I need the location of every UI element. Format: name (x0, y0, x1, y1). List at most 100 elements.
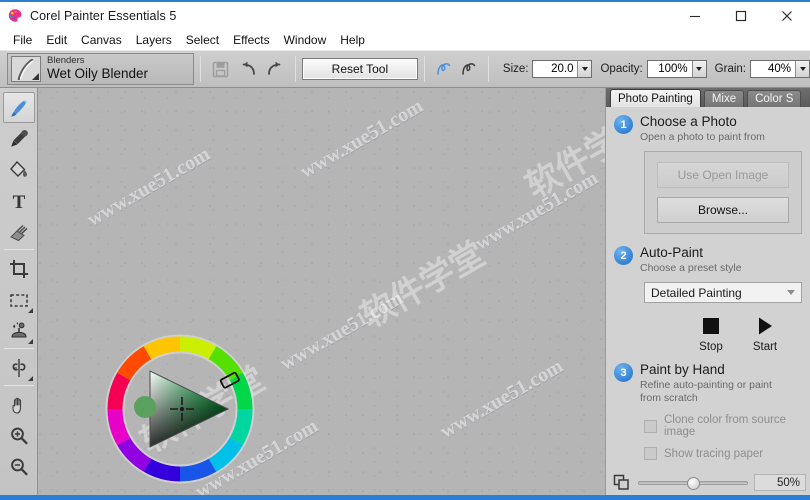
menu-item-effects[interactable]: Effects (226, 31, 276, 49)
menu-item-window[interactable]: Window (277, 31, 334, 49)
tracing-paper-row[interactable]: Show tracing paper (644, 447, 802, 460)
step-3-subtitle: Refine auto-painting or paint from scrat… (640, 379, 772, 404)
minimize-button[interactable] (672, 1, 718, 31)
reset-tool-button[interactable]: Reset Tool (301, 58, 419, 80)
step-2-title: Auto-Paint (640, 245, 704, 260)
stop-label: Stop (699, 341, 723, 353)
step-1-title: Choose a Photo (640, 114, 737, 129)
panel-tabstrip: Photo Painting Mixe Color S (606, 88, 810, 107)
close-button[interactable] (764, 1, 810, 31)
eraser-icon (9, 224, 28, 241)
tab-photo-painting[interactable]: Photo Painting (610, 89, 701, 107)
brush-name: Wet Oily Blender (47, 66, 149, 82)
tab-mixer[interactable]: Mixe (703, 90, 745, 107)
straight-stroke-icon[interactable] (457, 56, 482, 82)
mirror-flyout-arrow[interactable] (27, 376, 33, 381)
tool-divider-3 (3, 385, 34, 386)
property-toolbar: Blenders Wet Oily Blender Reset Tool Siz… (0, 50, 810, 88)
size-value[interactable]: 20.0 (533, 61, 578, 77)
undo-icon (242, 61, 255, 75)
redo-button[interactable] (261, 55, 288, 83)
magic-wand-tool[interactable] (3, 315, 35, 346)
opacity-slider-knob[interactable] (687, 476, 700, 490)
play-triangle-icon (755, 313, 775, 339)
panel-body: 1 Choose a Photo Open a photo to paint f… (606, 107, 810, 495)
crop-tool[interactable] (3, 253, 35, 284)
canvas[interactable]: www.xue51.com www.xue51.com www.xue51.co… (38, 88, 605, 495)
dropper-tool[interactable] (3, 123, 35, 154)
grain-dropdown-arrow[interactable] (795, 61, 809, 77)
menu-item-layers[interactable]: Layers (129, 31, 179, 49)
opacity-stepper[interactable]: 100% (646, 60, 707, 78)
maximize-button[interactable] (718, 1, 764, 31)
color-wheel[interactable] (100, 329, 260, 489)
undo-button[interactable] (234, 55, 261, 83)
brush-stroke-icon (11, 56, 41, 82)
menu-item-help[interactable]: Help (333, 31, 372, 49)
zoom-in-tool[interactable] (3, 420, 35, 451)
opacity-dropdown-arrow[interactable] (691, 61, 706, 77)
hand-tool[interactable] (3, 389, 35, 420)
stop-button[interactable]: Stop (684, 313, 738, 353)
clone-color-label: Clone color from source image (664, 414, 787, 438)
menu-bar: File Edit Canvas Layers Select Effects W… (0, 30, 810, 50)
mirror-tool[interactable] (3, 352, 35, 383)
window-title: Corel Painter Essentials 5 (30, 9, 177, 23)
eraser-tool[interactable] (3, 216, 35, 247)
title-bar: Corel Painter Essentials 5 (0, 0, 810, 30)
menu-item-canvas[interactable]: Canvas (74, 31, 129, 49)
grain-stepper[interactable]: 40% (750, 60, 810, 78)
start-button[interactable]: Start (738, 313, 792, 353)
auto-paint-transport: Stop Start (614, 313, 802, 353)
window-controls (672, 1, 810, 31)
preset-style-select[interactable]: Detailed Painting (644, 282, 802, 303)
size-dropdown-arrow[interactable] (577, 61, 592, 77)
step-2-subtitle: Choose a preset style (640, 262, 742, 274)
clone-color-row[interactable]: Clone color from source image (644, 414, 802, 438)
tracing-paper-checkbox[interactable] (644, 447, 657, 460)
paint-bucket-icon (9, 160, 27, 177)
size-stepper[interactable]: 20.0 (532, 60, 593, 78)
menu-item-file[interactable]: File (6, 31, 39, 49)
opacity-slider[interactable] (638, 476, 748, 490)
status-bar (0, 495, 810, 500)
start-label: Start (752, 341, 778, 353)
toolbar-divider-4 (487, 56, 489, 82)
use-open-image-button[interactable]: Use Open Image (657, 162, 789, 188)
browse-button[interactable]: Browse... (657, 197, 789, 223)
menu-item-select[interactable]: Select (179, 31, 226, 49)
clone-color-checkbox[interactable] (644, 419, 657, 433)
tab-color-sets[interactable]: Color S (747, 90, 802, 107)
rectangular-select-tool[interactable] (3, 284, 35, 315)
step-3-title: Paint by Hand (640, 362, 725, 377)
brush-tool[interactable] (2, 92, 35, 123)
freehand-stroke-icon[interactable] (431, 56, 456, 82)
crop-icon (9, 259, 28, 278)
zoom-out-tool[interactable] (3, 451, 35, 482)
step-1-badge: 1 (614, 115, 633, 134)
grain-label: Grain: (714, 63, 746, 75)
save-button[interactable] (207, 55, 234, 83)
grain-param: Grain: 40% (715, 60, 810, 78)
watermark: www.xue51.com (276, 287, 407, 376)
paint-bucket-tool[interactable] (3, 154, 35, 185)
marquee-icon (9, 293, 28, 307)
opacity-value[interactable]: 100% (647, 61, 692, 77)
step-paint-by-hand: 3 Paint by Hand Refine auto-painting or … (614, 362, 802, 460)
text-tool[interactable]: T (3, 185, 35, 216)
toolbar-divider-3 (424, 56, 426, 82)
magic-wand-flyout-arrow[interactable] (27, 339, 33, 344)
step-2-badge: 2 (614, 246, 633, 265)
magnifier-minus-icon (10, 458, 28, 475)
step-choose-photo: 1 Choose a Photo Open a photo to paint f… (614, 114, 802, 234)
opacity-label: Opacity: (600, 63, 643, 75)
step-1-header: 1 Choose a Photo Open a photo to paint f… (614, 114, 802, 144)
menu-item-edit[interactable]: Edit (39, 31, 74, 49)
current-color-swatch (134, 396, 156, 418)
grain-value[interactable]: 40% (751, 61, 795, 77)
brush-flyout-arrow (32, 73, 39, 80)
watermark-cn: 软件学堂 (519, 105, 605, 206)
application-window: Corel Painter Essentials 5 File Edit Can… (0, 0, 810, 500)
brush-selector[interactable]: Blenders Wet Oily Blender (7, 53, 194, 85)
rectangular-select-flyout-arrow[interactable] (27, 308, 33, 313)
